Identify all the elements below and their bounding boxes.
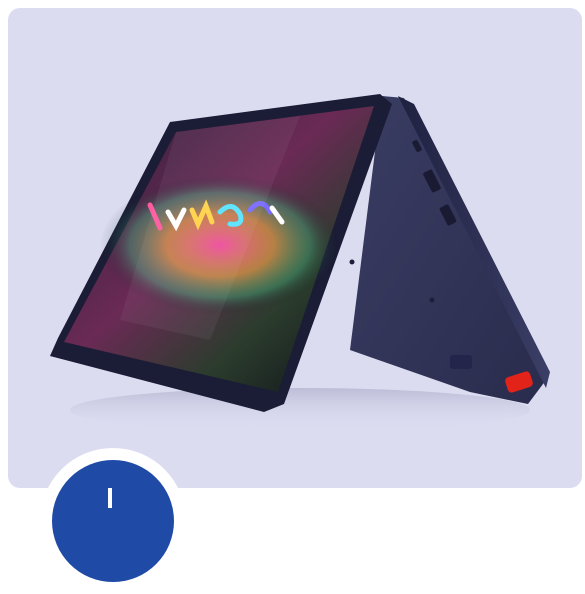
screw-icon — [349, 259, 355, 265]
badge-glyph-icon — [108, 488, 112, 508]
floor-shadow — [70, 388, 530, 432]
brand-logo-badge — [52, 460, 174, 582]
screw-icon — [429, 297, 435, 303]
vent-icon — [450, 355, 472, 369]
laptop-back-panel — [350, 96, 546, 404]
convertible-laptop-image — [50, 94, 550, 432]
